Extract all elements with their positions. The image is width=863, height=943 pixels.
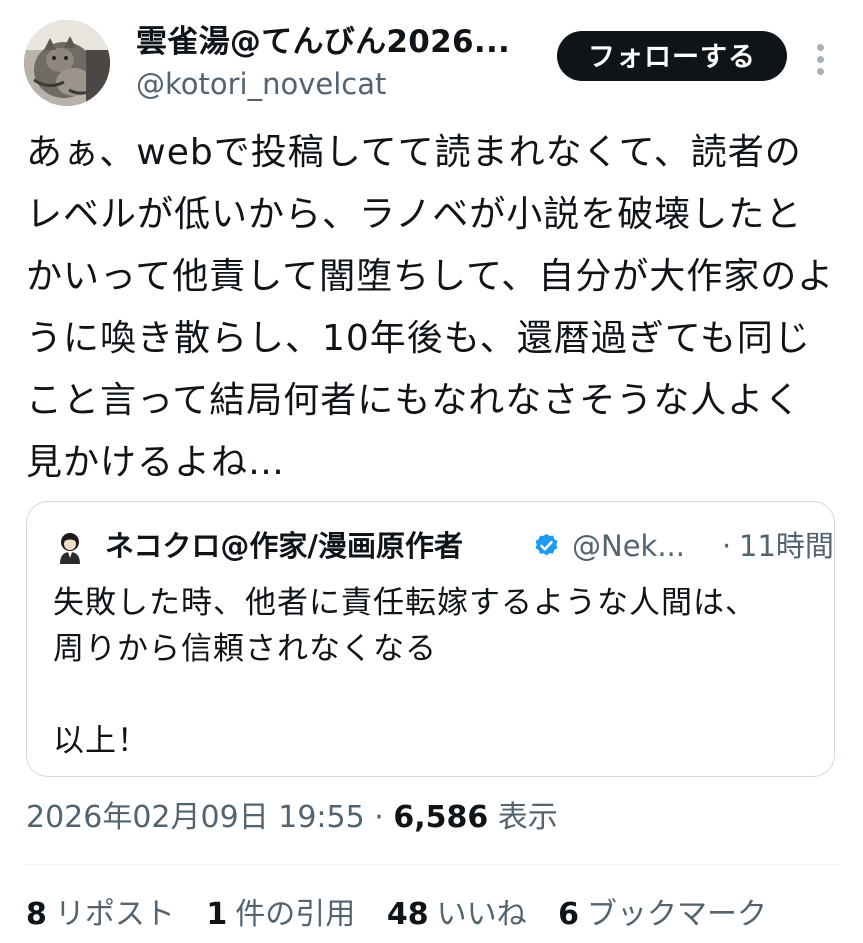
quote-timestamp[interactable]: 11時間: [739, 526, 834, 566]
stat-quotes-label: 件の引用: [235, 897, 356, 932]
views-count: 6,586: [393, 800, 489, 835]
author-display-name[interactable]: 雲雀湯@てんびん2026...: [136, 22, 536, 62]
author-avatar[interactable]: [24, 20, 110, 106]
stat-bookmarks-label: ブックマーク: [587, 897, 768, 932]
person-avatar-icon: [53, 530, 87, 564]
tweet-header: 雲雀湯@てんびん2026... @kotori_novelcat フォローする: [0, 0, 863, 120]
stat-bookmarks[interactable]: 6 ブックマーク: [558, 893, 767, 937]
stat-likes[interactable]: 48 いいね: [387, 893, 527, 937]
quote-author-handle[interactable]: @Nek...: [572, 526, 685, 566]
more-vertical-icon[interactable]: [808, 36, 832, 76]
stat-reposts-count: 8: [26, 897, 47, 932]
tweet-meta: 2026年02月09日 19:55 · 6,586 表示: [26, 796, 558, 840]
follow-button[interactable]: フォローする: [557, 31, 787, 81]
quoted-tweet[interactable]: ネコクロ@作家/漫画原作者 @Nek... · 11時間 失敗した時、他者に責任…: [26, 501, 835, 777]
views-label: 表示: [497, 800, 558, 835]
stat-reposts-label: リポスト: [54, 897, 175, 932]
stat-likes-label: いいね: [436, 897, 527, 932]
cat-photo-avatar-icon: [24, 20, 110, 106]
tweet-datetime[interactable]: 2026年02月09日 19:55: [26, 800, 365, 835]
quote-author-name[interactable]: ネコクロ@作家/漫画原作者: [105, 526, 463, 566]
stat-quotes-count: 1: [206, 897, 228, 932]
stat-quotes[interactable]: 1 件の引用: [206, 893, 355, 937]
stat-bookmarks-count: 6: [558, 897, 580, 932]
tweet-body: あぁ、webで投稿してて読まれなくて、読者のレベルが低いから、ラノベが小説を破壊…: [26, 132, 835, 483]
quote-author-avatar[interactable]: [53, 530, 87, 564]
verified-badge-icon: [533, 532, 560, 559]
divider: [26, 864, 837, 865]
meta-separator: ·: [374, 800, 384, 835]
quote-body: 失敗した時、他者に責任転嫁するような人間は、 周りから信頼されなくなる 以上！: [53, 585, 757, 759]
quote-separator: ·: [722, 529, 732, 563]
engagement-stats: 8 リポスト 1 件の引用 48 いいね 6 ブックマーク: [26, 893, 789, 937]
stat-reposts[interactable]: 8 リポスト: [26, 893, 175, 937]
stat-likes-count: 48: [386, 897, 429, 932]
author-handle[interactable]: @kotori_novelcat: [136, 66, 386, 102]
